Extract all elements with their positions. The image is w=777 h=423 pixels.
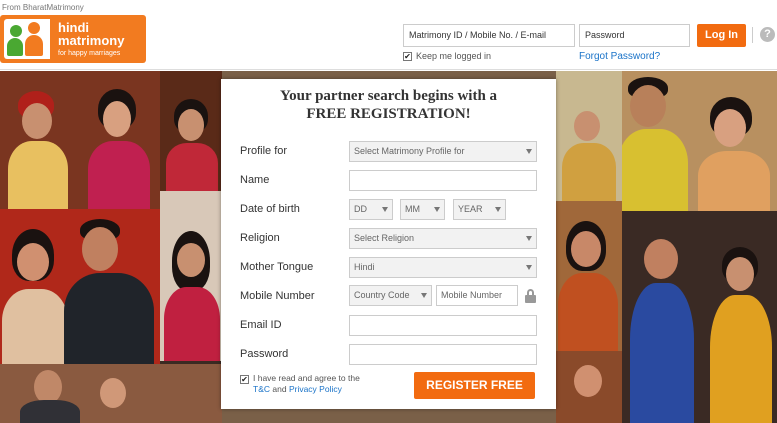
date-of-birth-label: Date of birth	[240, 203, 300, 215]
collage-photo	[556, 71, 622, 201]
religion-select[interactable]: Select Religion	[349, 228, 537, 249]
privacy-policy-link[interactable]: Privacy Policy	[289, 384, 342, 394]
registration-title-line1: Your partner search begins with a	[279, 88, 498, 104]
email-id-label: Email ID	[240, 319, 282, 331]
collage-photo	[556, 201, 622, 351]
collage-photo	[622, 211, 777, 423]
name-input[interactable]	[349, 170, 537, 191]
dob-day-value: DD	[354, 204, 367, 214]
agree-terms-text: I have read and agree to the T&C and Pri…	[253, 373, 383, 395]
lock-icon	[525, 289, 536, 303]
help-icon[interactable]: ?	[760, 27, 775, 42]
country-code-select[interactable]: Country Code	[349, 285, 432, 306]
password-label: Password	[240, 348, 289, 360]
logo-text-matrimony: matrimony	[58, 33, 125, 48]
mobile-number-input[interactable]: Mobile Number	[436, 285, 518, 306]
chevron-down-icon	[421, 293, 427, 298]
mobile-number-label: Mobile Number	[240, 290, 315, 302]
profile-for-value: Select Matrimony Profile for	[354, 146, 465, 156]
password-input[interactable]	[349, 344, 537, 365]
login-password-input[interactable]: Password	[579, 24, 690, 47]
chevron-down-icon	[495, 207, 501, 212]
dob-month-value: MM	[405, 204, 420, 214]
agree-terms-checkbox[interactable]: ✔	[240, 375, 249, 384]
religion-value: Select Religion	[354, 233, 415, 243]
profile-for-label: Profile for	[240, 145, 288, 157]
forgot-password-link[interactable]: Forgot Password?	[579, 51, 660, 62]
chevron-down-icon	[526, 236, 532, 241]
dob-month-select[interactable]: MM	[400, 199, 445, 220]
name-label: Name	[240, 174, 270, 186]
mother-tongue-label: Mother Tongue	[240, 261, 314, 273]
chevron-down-icon	[526, 149, 532, 154]
logo-tagline: for happy marriages	[58, 50, 121, 57]
agree-prefix: I have read and agree to the	[253, 373, 360, 383]
couple-logo-icon	[4, 19, 50, 59]
chevron-down-icon	[526, 265, 532, 270]
collage-photo	[160, 191, 222, 361]
collage-photo	[556, 351, 622, 423]
chevron-down-icon	[434, 207, 440, 212]
collage-photo	[160, 71, 222, 191]
collage-photo	[0, 209, 160, 364]
chevron-down-icon	[382, 207, 388, 212]
login-id-input[interactable]: Matrimony ID / Mobile No. / E-mail	[403, 24, 575, 47]
header-divider	[752, 27, 753, 43]
hindi-matrimony-logo[interactable]: hindi matrimony for happy marriages	[0, 15, 146, 63]
collage-photo	[622, 71, 777, 211]
email-input[interactable]	[349, 315, 537, 336]
profile-for-select[interactable]: Select Matrimony Profile for	[349, 141, 537, 162]
login-button[interactable]: Log In	[697, 24, 746, 47]
tc-link[interactable]: T&C	[253, 384, 270, 394]
collage-photo	[0, 364, 222, 423]
registration-title-line2: FREE REGISTRATION!	[306, 106, 471, 122]
mother-tongue-select[interactable]: Hindi	[349, 257, 537, 278]
mother-tongue-value: Hindi	[354, 262, 375, 272]
dob-day-select[interactable]: DD	[349, 199, 393, 220]
site-header: From BharatMatrimony hindi matrimony for…	[0, 0, 777, 70]
dob-year-select[interactable]: YEAR	[453, 199, 506, 220]
keep-logged-in-checkbox[interactable]: ✔	[403, 52, 412, 61]
dob-year-value: YEAR	[458, 204, 483, 214]
from-bharatmatrimony-text: From BharatMatrimony	[2, 3, 84, 12]
agree-and-text: and	[272, 384, 287, 394]
collage-photo	[0, 71, 160, 209]
registration-form: Your partner search begins with a FREE R…	[221, 79, 556, 409]
country-code-value: Country Code	[354, 290, 410, 300]
keep-logged-in-label: Keep me logged in	[416, 51, 492, 61]
register-free-button[interactable]: REGISTER FREE	[414, 372, 535, 399]
religion-label: Religion	[240, 232, 280, 244]
